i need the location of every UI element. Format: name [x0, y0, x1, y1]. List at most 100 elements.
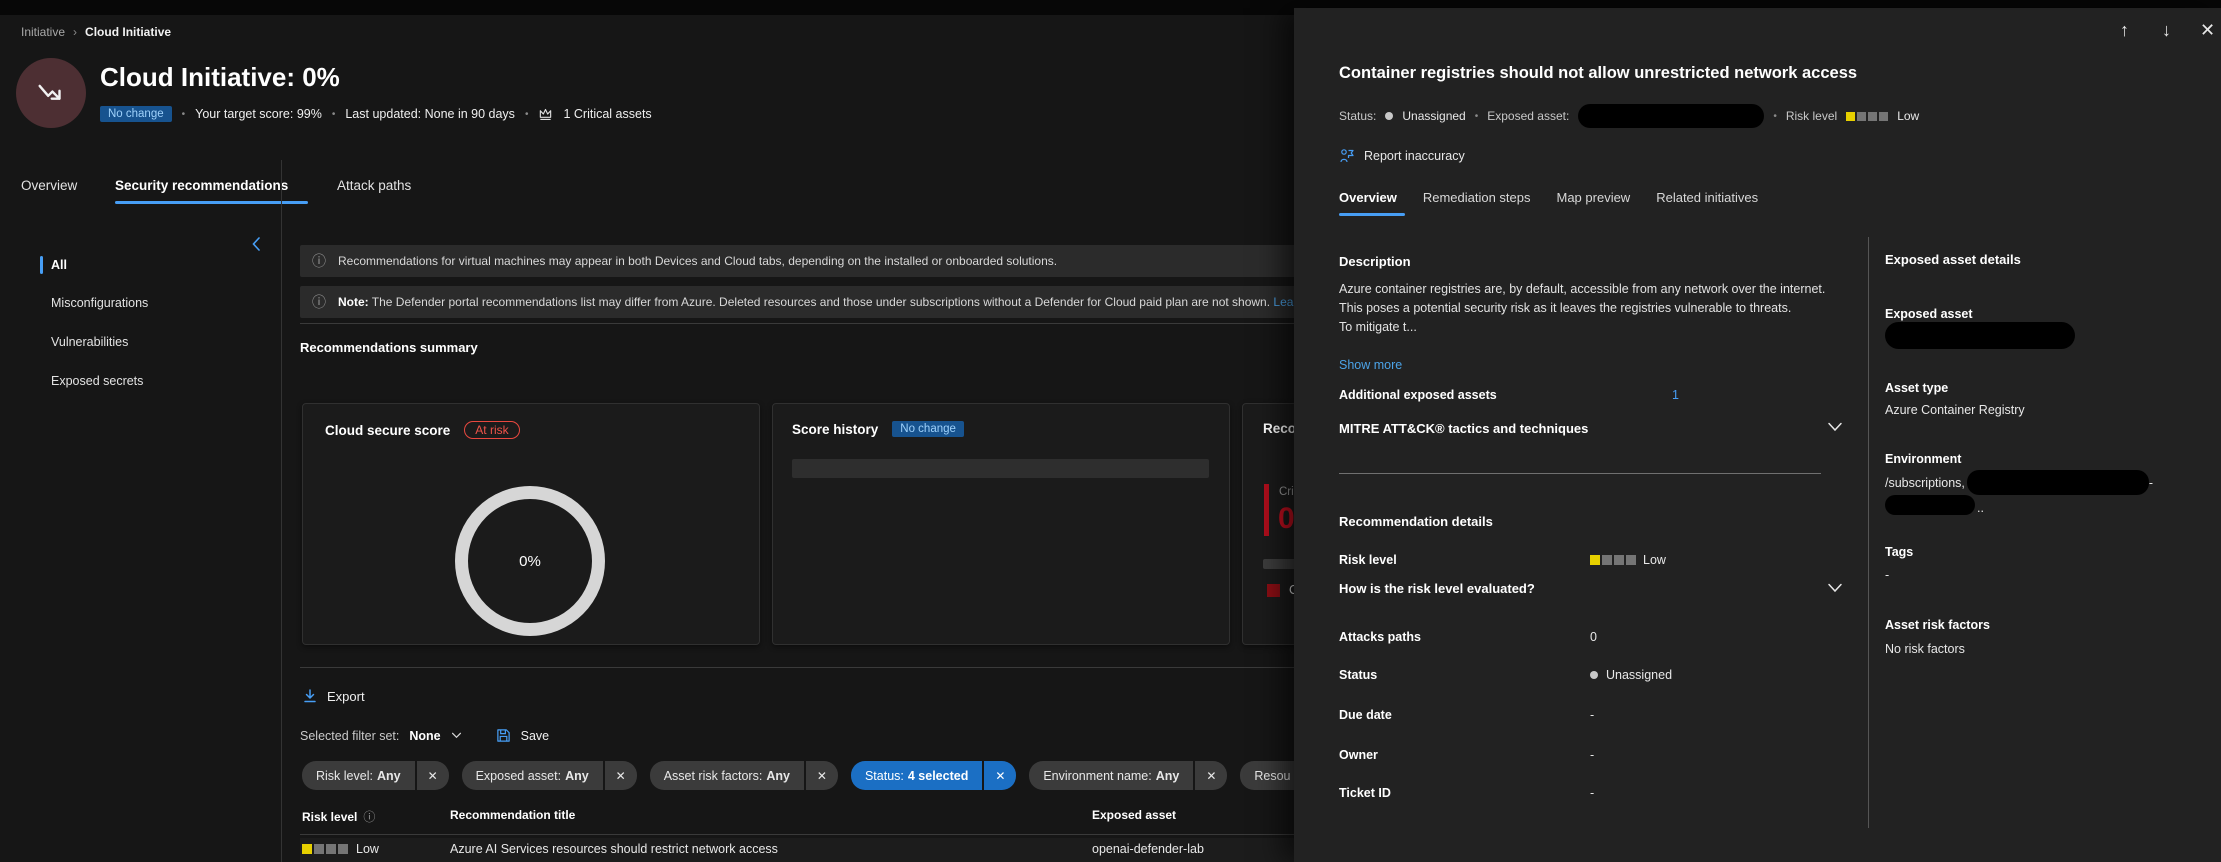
environment-label: Environment: [1885, 452, 1961, 466]
sidebar-collapse-icon[interactable]: [250, 236, 262, 252]
sidebar-item-exposed-secrets[interactable]: Exposed secrets: [51, 374, 143, 388]
attack-paths-label: Attacks paths: [1339, 630, 1421, 644]
filter-set-row: Selected filter set: None Save: [300, 728, 549, 743]
chevron-down-icon[interactable]: [1827, 422, 1843, 432]
last-updated: Last updated: None in 90 days: [345, 107, 515, 121]
sidebar-item-all[interactable]: All: [40, 256, 67, 274]
additional-exposed-assets-label: Additional exposed assets: [1339, 388, 1497, 402]
export-label: Export: [327, 689, 365, 704]
save-icon: [496, 728, 511, 743]
tab-attack-paths[interactable]: Attack paths: [337, 178, 411, 193]
chip-remove-icon[interactable]: ✕: [605, 761, 637, 790]
environment-line-1: /subscriptions, -: [1885, 470, 2153, 495]
status-dot: [1385, 112, 1393, 120]
critical-assets-count: 1 Critical assets: [563, 107, 651, 121]
owner-value: -: [1590, 748, 1594, 762]
no-change-badge: No change: [892, 421, 964, 437]
mitre-expander[interactable]: MITRE ATT&CK® tactics and techniques: [1339, 421, 1588, 436]
no-change-badge: No change: [100, 106, 172, 122]
show-more-link[interactable]: Show more: [1339, 358, 1402, 372]
flyout-divider: [1339, 473, 1821, 474]
at-risk-badge: At risk: [464, 421, 519, 439]
breadcrumb-root[interactable]: Initiative: [21, 25, 65, 39]
cloud-secure-score-card: Cloud secure score At risk 0%: [302, 403, 760, 645]
exposed-asset-label: Exposed asset:: [1487, 109, 1569, 123]
risk-evaluation-expander[interactable]: How is the risk level evaluated?: [1339, 581, 1535, 596]
active-item-accent: [40, 256, 43, 274]
sidebar-divider: [281, 160, 282, 862]
additional-exposed-assets-count[interactable]: 1: [1672, 388, 1679, 402]
learn-more-link[interactable]: Lea: [1273, 295, 1293, 309]
filter-set-dropdown[interactable]: None: [409, 729, 440, 743]
filter-chip-environment-name[interactable]: Environment name:Any ✕: [1029, 761, 1227, 790]
meta-separator: •: [182, 109, 186, 120]
donut-value: 0%: [519, 553, 541, 570]
filter-chip-asset-risk-factors[interactable]: Asset risk factors:Any ✕: [650, 761, 838, 790]
tags-value: -: [1885, 568, 1889, 582]
score-history-chart-bar: [792, 459, 1209, 478]
report-inaccuracy-button[interactable]: Report inaccuracy: [1339, 148, 1465, 164]
flyout-active-tab-underline: [1339, 213, 1405, 216]
card-title: Cloud secure score: [325, 423, 450, 438]
previous-item-icon[interactable]: ↑: [2120, 20, 2129, 41]
close-icon[interactable]: ✕: [2200, 20, 2215, 41]
risk-level-cell: Low: [356, 842, 379, 856]
description-text: Azure container registries are, by defau…: [1339, 280, 1884, 337]
tab-security-recommendations[interactable]: Security recommendations: [115, 178, 288, 193]
critical-bar: [1264, 484, 1269, 536]
status-label: Status:: [1339, 109, 1376, 123]
filter-chip-exposed-asset[interactable]: Exposed asset:Any ✕: [462, 761, 637, 790]
column-recommendation-title[interactable]: Recommendation title: [450, 808, 575, 822]
flyout-status-line: Status: Unassigned • Exposed asset: • Ri…: [1339, 104, 1919, 128]
chip-remove-icon[interactable]: ✕: [417, 761, 449, 790]
crown-icon: [538, 107, 553, 121]
recommendation-flyout: ↑ ↓ ✕ Container registries should not al…: [1294, 8, 2221, 862]
chevron-down-icon[interactable]: [1827, 583, 1843, 593]
info-icon: ⓘ: [312, 292, 326, 312]
description-heading: Description: [1339, 254, 1411, 269]
score-history-card: Score history No change: [772, 403, 1230, 645]
save-filter-button[interactable]: Save: [521, 729, 550, 743]
detail-risk-level-value: Low: [1590, 553, 1666, 567]
recommendation-title-cell[interactable]: Azure AI Services resources should restr…: [450, 842, 778, 856]
asset-type-label: Asset type: [1885, 381, 1948, 395]
page-title: Cloud Initiative: 0%: [100, 62, 340, 93]
detail-risk-level-label: Risk level: [1339, 553, 1397, 567]
flyout-tab-map-preview[interactable]: Map preview: [1557, 190, 1631, 205]
sidebar-item-misconfigurations[interactable]: Misconfigurations: [51, 296, 148, 310]
chip-remove-icon[interactable]: ✕: [806, 761, 838, 790]
decline-trend-icon: [34, 76, 68, 110]
exposed-asset-label: Exposed asset: [1885, 307, 1973, 321]
recommendations-summary-heading: Recommendations summary: [300, 340, 478, 355]
filter-chip-status[interactable]: Status:4 selected ✕: [851, 761, 1016, 790]
asset-risk-factors-label: Asset risk factors: [1885, 618, 1990, 632]
flyout-title: Container registries should not allow un…: [1339, 64, 2099, 83]
risk-level-label: Risk level: [1786, 109, 1837, 123]
chip-remove-icon[interactable]: ✕: [1195, 761, 1227, 790]
recommendation-details-heading: Recommendation details: [1339, 514, 1493, 529]
flyout-tab-bar: Overview Remediation steps Map preview R…: [1339, 190, 1758, 205]
attack-paths-value: 0: [1590, 630, 1597, 644]
filter-chip-risk-level[interactable]: Risk level:Any ✕: [302, 761, 449, 790]
flyout-tab-related-initiatives[interactable]: Related initiatives: [1656, 190, 1758, 205]
column-risk-level[interactable]: Risk level ⓘ: [302, 808, 375, 825]
sidebar-item-vulnerabilities[interactable]: Vulnerabilities: [51, 335, 128, 349]
info-icon: ⓘ: [363, 808, 375, 825]
export-button[interactable]: Export: [302, 688, 365, 704]
flyout-tab-overview[interactable]: Overview: [1339, 190, 1397, 205]
due-date-value: -: [1590, 708, 1594, 722]
column-exposed-asset[interactable]: Exposed asset: [1092, 808, 1176, 822]
chevron-down-icon[interactable]: [451, 732, 462, 739]
breadcrumb-current[interactable]: Cloud Initiative: [85, 25, 171, 39]
header-meta: No change • Your target score: 99% • Las…: [100, 106, 652, 122]
tab-overview[interactable]: Overview: [21, 178, 77, 193]
report-flag-icon: [1339, 148, 1355, 164]
next-item-icon[interactable]: ↓: [2162, 20, 2171, 41]
flyout-column-divider: [1868, 237, 1869, 828]
report-inaccuracy-label: Report inaccuracy: [1364, 149, 1465, 163]
flyout-tab-remediation-steps[interactable]: Remediation steps: [1423, 190, 1531, 205]
redacted-environment: [1967, 470, 2149, 495]
asset-type-value: Azure Container Registry: [1885, 403, 2025, 417]
chip-remove-icon[interactable]: ✕: [984, 761, 1016, 790]
exposed-asset-details-heading: Exposed asset details: [1885, 252, 2021, 267]
